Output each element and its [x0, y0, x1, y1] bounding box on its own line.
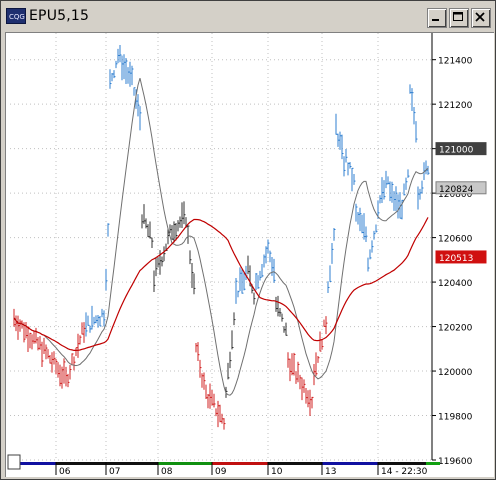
ma-slow-tag: 120513: [435, 250, 487, 264]
y-tick-label: 119600: [438, 457, 473, 467]
ma-fast-tag: 120824: [435, 181, 487, 195]
y-tick-label: 121200: [438, 101, 473, 111]
maximize-button[interactable]: [449, 8, 469, 28]
minimize-button[interactable]: [427, 8, 447, 28]
chart-window: CQG EPU5,15 1214001212001210001208001206…: [0, 0, 496, 480]
window-title: EPU5,15: [29, 8, 90, 24]
y-tick-label: 120000: [438, 368, 473, 378]
y-tick-label: 120200: [438, 324, 473, 334]
x-tick-label: 14 - 22:30: [381, 467, 428, 477]
last-price-tag: 121000: [435, 142, 487, 156]
close-icon: [475, 12, 485, 22]
session-strip: [106, 462, 158, 465]
x-tick-label: 10: [271, 467, 283, 477]
svg-text:CQG: CQG: [9, 13, 25, 21]
session-strip: [56, 462, 106, 465]
session-strip: [426, 462, 440, 465]
time-scroll-handle[interactable]: [7, 454, 21, 470]
maximize-icon: [453, 12, 463, 21]
minimize-icon: [432, 19, 439, 21]
session-strip: [212, 462, 268, 465]
ma-slow-tag-text: 120513: [439, 254, 473, 264]
y-tick-label: 119800: [438, 413, 473, 423]
x-tick-label: 08: [161, 467, 173, 477]
x-tick-label: 06: [59, 467, 71, 477]
session-strip: [268, 462, 322, 465]
chart-app-icon[interactable]: CQG: [6, 8, 26, 24]
close-button[interactable]: [471, 8, 491, 28]
y-tick-label: 120600: [438, 235, 473, 245]
chart-area[interactable]: 1214001212001210001208001206001204001202…: [5, 32, 494, 477]
session-strip: [158, 462, 212, 465]
session-strip: [322, 462, 378, 465]
price-chart[interactable]: 1214001212001210001208001206001204001202…: [6, 33, 494, 477]
session-strip: [20, 462, 56, 465]
ma-fast-tag-text: 120824: [439, 185, 474, 195]
session-strip: [378, 462, 426, 465]
y-tick-label: 120400: [438, 279, 473, 289]
plot-background: [10, 33, 432, 460]
x-tick-label: 07: [109, 467, 120, 477]
y-tick-label: 121400: [438, 57, 473, 67]
last-price-tag-text: 121000: [439, 146, 474, 156]
title-bar[interactable]: CQG EPU5,15: [3, 3, 493, 31]
x-tick-label: 13: [325, 467, 336, 477]
x-tick-label: 09: [215, 467, 227, 477]
